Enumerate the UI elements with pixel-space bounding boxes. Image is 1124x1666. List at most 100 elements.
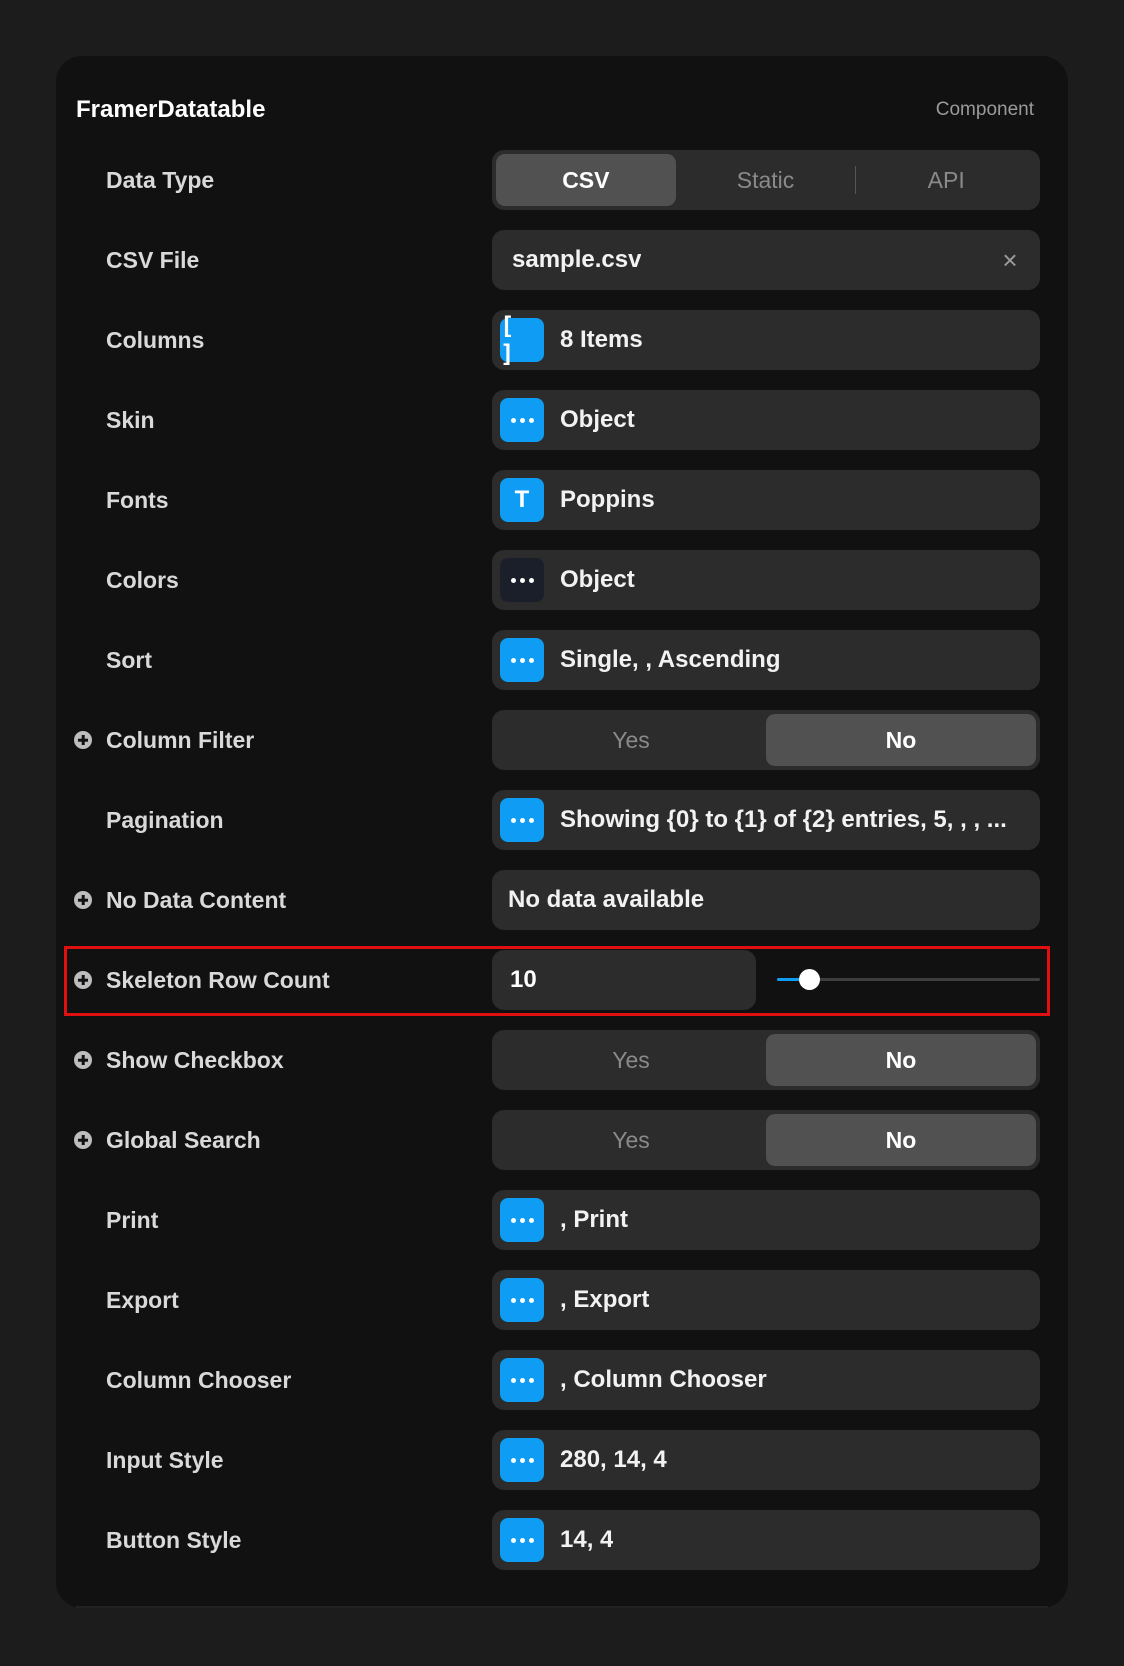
row-global-search: Global Search Yes No <box>56 1110 1068 1190</box>
sort-field[interactable]: Single, , Ascending <box>492 630 1040 690</box>
show-checkbox-no[interactable]: No <box>766 1034 1036 1086</box>
panel-bottom-divider <box>76 1606 1048 1608</box>
close-icon[interactable]: × <box>994 244 1026 276</box>
column-chooser-field[interactable]: , Column Chooser <box>492 1350 1040 1410</box>
print-label: Print <box>106 1206 159 1233</box>
panel-header: FramerDatatable Component <box>76 90 1034 130</box>
row-data-type: Data Type CSV Static API <box>56 150 1068 230</box>
text-t-icon: T <box>500 478 544 522</box>
button-style-value: 14, 4 <box>560 1526 614 1553</box>
no-data-content-value: No data available <box>508 886 705 913</box>
csv-file-field[interactable]: sample.csv × <box>492 230 1040 290</box>
column-filter-toggle: Yes No <box>492 710 1040 770</box>
column-filter-label: Column Filter <box>106 726 255 753</box>
sort-label: Sort <box>106 646 152 673</box>
plus-circle-icon[interactable] <box>74 1051 92 1069</box>
ellipsis-icon <box>500 1358 544 1402</box>
print-value: , Print <box>560 1206 629 1233</box>
row-column-chooser: Column Chooser , Column Chooser <box>56 1350 1068 1430</box>
no-data-content-field[interactable]: No data available <box>492 870 1040 930</box>
row-pagination: Pagination Showing {0} to {1} of {2} ent… <box>56 790 1068 870</box>
row-columns: Columns [ ] 8 Items <box>56 310 1068 390</box>
columns-field[interactable]: [ ] 8 Items <box>492 310 1040 370</box>
plus-circle-icon[interactable] <box>74 891 92 909</box>
column-filter-no[interactable]: No <box>766 714 1036 766</box>
csv-file-label: CSV File <box>106 246 200 273</box>
export-field[interactable]: , Export <box>492 1270 1040 1330</box>
properties-panel: FramerDatatable Component Data Type CSV … <box>56 56 1068 1608</box>
csv-file-value: sample.csv <box>512 246 642 273</box>
no-data-content-label: No Data Content <box>106 886 287 913</box>
show-checkbox-yes[interactable]: Yes <box>496 1034 766 1086</box>
row-input-style: Input Style 280, 14, 4 <box>56 1430 1068 1510</box>
row-show-checkbox: Show Checkbox Yes No <box>56 1030 1068 1110</box>
data-type-option-api[interactable]: API <box>856 154 1036 206</box>
global-search-label: Global Search <box>106 1126 261 1153</box>
row-skin: Skin Object <box>56 390 1068 470</box>
global-search-yes[interactable]: Yes <box>496 1114 766 1166</box>
row-column-filter: Column Filter Yes No <box>56 710 1068 790</box>
input-style-value: 280, 14, 4 <box>560 1446 667 1473</box>
plus-circle-icon[interactable] <box>74 731 92 749</box>
row-print: Print , Print <box>56 1190 1068 1270</box>
column-chooser-value: , Column Chooser <box>560 1366 767 1393</box>
colors-field[interactable]: Object <box>492 550 1040 610</box>
row-skeleton-row-count: Skeleton Row Count 10 <box>56 950 1068 1030</box>
ellipsis-icon <box>500 638 544 682</box>
ellipsis-icon <box>500 1518 544 1562</box>
row-no-data-content: No Data Content No data available <box>56 870 1068 950</box>
export-value: , Export <box>560 1286 650 1313</box>
ellipsis-icon <box>500 798 544 842</box>
skin-label: Skin <box>106 406 155 433</box>
export-label: Export <box>106 1286 179 1313</box>
print-field[interactable]: , Print <box>492 1190 1040 1250</box>
row-colors: Colors Object <box>56 550 1068 630</box>
row-fonts: Fonts T Poppins <box>56 470 1068 550</box>
skeleton-row-count-slider[interactable] <box>777 969 1040 990</box>
input-style-label: Input Style <box>106 1446 224 1473</box>
skeleton-row-count-label: Skeleton Row Count <box>106 966 330 993</box>
skeleton-row-count-input[interactable]: 10 <box>492 950 756 1010</box>
show-checkbox-label: Show Checkbox <box>106 1046 284 1073</box>
data-type-option-csv[interactable]: CSV <box>496 154 676 206</box>
pagination-label: Pagination <box>106 806 224 833</box>
row-sort: Sort Single, , Ascending <box>56 630 1068 710</box>
skin-field[interactable]: Object <box>492 390 1040 450</box>
button-style-field[interactable]: 14, 4 <box>492 1510 1040 1570</box>
columns-value: 8 Items <box>560 326 643 353</box>
colors-label: Colors <box>106 566 179 593</box>
slider-thumb[interactable] <box>798 969 820 990</box>
data-type-label: Data Type <box>106 166 215 193</box>
panel-kind-label: Component <box>935 99 1034 120</box>
input-style-field[interactable]: 280, 14, 4 <box>492 1430 1040 1490</box>
ellipsis-icon <box>500 1438 544 1482</box>
plus-circle-icon[interactable] <box>74 971 92 989</box>
ellipsis-icon <box>500 1278 544 1322</box>
global-search-toggle: Yes No <box>492 1110 1040 1170</box>
pagination-field[interactable]: Showing {0} to {1} of {2} entries, 5, , … <box>492 790 1040 850</box>
button-style-label: Button Style <box>106 1526 242 1553</box>
global-search-no[interactable]: No <box>766 1114 1036 1166</box>
plus-circle-icon[interactable] <box>74 1131 92 1149</box>
row-csv-file: CSV File sample.csv × <box>56 230 1068 310</box>
column-filter-yes[interactable]: Yes <box>496 714 766 766</box>
fonts-value: Poppins <box>560 486 655 513</box>
skin-value: Object <box>560 406 635 433</box>
ellipsis-icon <box>500 1198 544 1242</box>
row-export: Export , Export <box>56 1270 1068 1350</box>
data-type-segmented-control: CSV Static API <box>492 150 1040 210</box>
data-type-option-static[interactable]: Static <box>676 154 856 206</box>
sort-value: Single, , Ascending <box>560 646 781 673</box>
colors-value: Object <box>560 566 635 593</box>
column-chooser-label: Column Chooser <box>106 1366 292 1393</box>
fonts-field[interactable]: T Poppins <box>492 470 1040 530</box>
pagination-value: Showing {0} to {1} of {2} entries, 5, , … <box>560 806 1007 833</box>
ellipsis-icon <box>500 558 544 602</box>
ellipsis-icon <box>500 398 544 442</box>
array-brackets-icon: [ ] <box>500 312 544 368</box>
row-button-style: Button Style 14, 4 <box>56 1510 1068 1590</box>
columns-label: Columns <box>106 326 205 353</box>
panel-title: FramerDatatable <box>76 96 266 123</box>
show-checkbox-toggle: Yes No <box>492 1030 1040 1090</box>
fonts-label: Fonts <box>106 486 169 513</box>
